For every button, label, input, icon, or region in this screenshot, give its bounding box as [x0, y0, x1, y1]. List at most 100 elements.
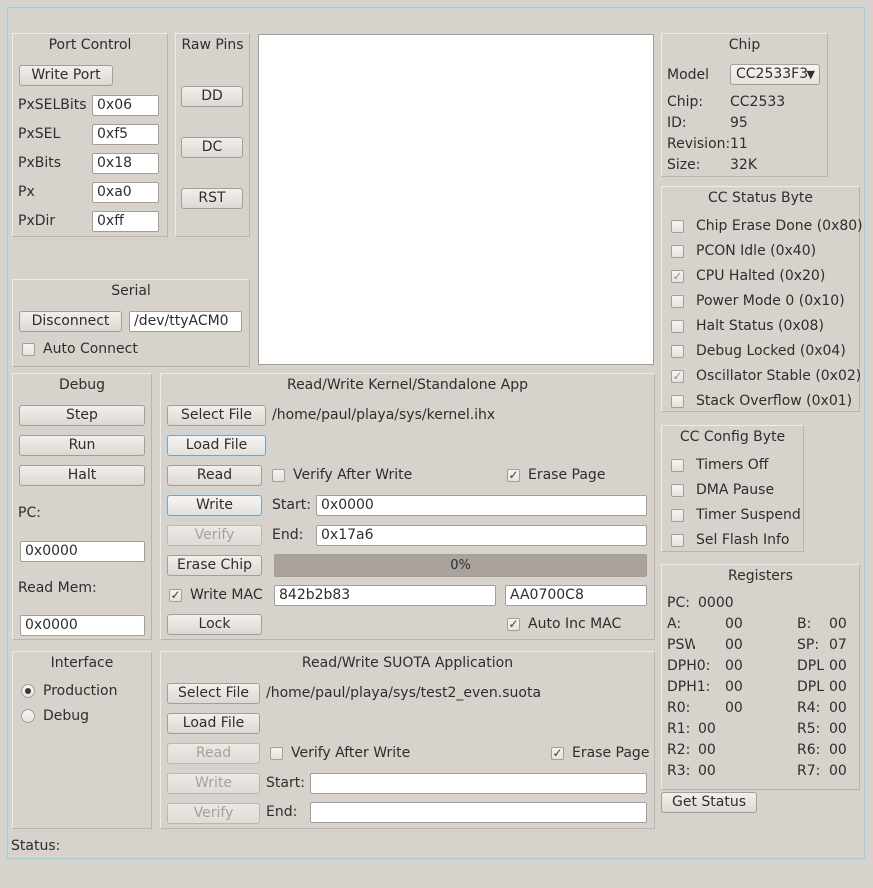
reg-dpl0-label: DPL	[797, 658, 825, 674]
suota-load-file-button[interactable]: Load File	[167, 713, 260, 734]
dd-button[interactable]: DD	[181, 86, 243, 107]
reg-r1-value: 00	[698, 721, 716, 737]
reg-psw-label: PSW	[667, 637, 695, 653]
lock-button[interactable]: Lock	[167, 614, 262, 635]
reg-dpl0-value: 00	[829, 658, 847, 674]
mac-input-2[interactable]: AA0700C8	[505, 585, 647, 606]
dma-pause-checkbox[interactable]	[671, 484, 684, 497]
get-status-button[interactable]: Get Status	[661, 792, 757, 813]
reg-a-value: 00	[725, 616, 743, 632]
auto-inc-mac-checkbox[interactable]: ✓	[507, 618, 520, 631]
suota-erase-page-checkbox[interactable]: ✓	[551, 747, 564, 760]
debug-radio[interactable]	[21, 709, 35, 723]
auto-connect-label: Auto Connect	[43, 341, 138, 357]
pxselbits-input[interactable]: 0x06	[92, 95, 159, 116]
power-mode-checkbox[interactable]	[671, 295, 684, 308]
serial-title: Serial	[111, 283, 151, 299]
model-select[interactable]: CC2533F3 ▼	[730, 64, 820, 85]
suota-write-button[interactable]: Write	[167, 773, 260, 794]
revision-label: Revision:	[667, 136, 731, 152]
reg-dpl1-label: DPL	[797, 679, 825, 695]
pxdir-input[interactable]: 0xff	[92, 211, 159, 232]
suota-select-file-button[interactable]: Select File	[167, 683, 260, 704]
reg-dph0-label: DPH0:	[667, 658, 711, 674]
kernel-write-button[interactable]: Write	[167, 495, 262, 516]
read-mem-input[interactable]: 0x0000	[20, 615, 145, 636]
mac-input[interactable]: 842b2b83	[274, 585, 496, 606]
oscillator-stable-checkbox[interactable]: ✓	[671, 370, 684, 383]
debug-locked-label: Debug Locked (0x04)	[696, 343, 846, 359]
pcon-idle-checkbox[interactable]	[671, 245, 684, 258]
disconnect-button[interactable]: Disconnect	[19, 311, 122, 332]
kernel-select-file-button[interactable]: Select File	[167, 405, 266, 426]
reg-dph0-value: 00	[725, 658, 743, 674]
chip-erase-done-checkbox[interactable]	[671, 220, 684, 233]
suota-read-button[interactable]: Read	[167, 743, 260, 764]
halt-button[interactable]: Halt	[19, 465, 145, 486]
timer-suspend-checkbox[interactable]	[671, 509, 684, 522]
cc-status-title: CC Status Byte	[707, 190, 814, 206]
run-button[interactable]: Run	[19, 435, 145, 456]
timers-off-checkbox[interactable]	[671, 459, 684, 472]
pc-input[interactable]: 0x0000	[20, 541, 145, 562]
reg-r2-label: R2:	[667, 742, 691, 758]
sel-flash-info-label: Sel Flash Info	[696, 532, 790, 548]
kernel-progress-bar: 0%	[274, 554, 647, 577]
kernel-load-file-button[interactable]: Load File	[167, 435, 266, 456]
id-label: ID:	[667, 115, 687, 131]
kernel-read-button[interactable]: Read	[167, 465, 262, 486]
reg-r4-label: R4:	[797, 700, 821, 716]
kernel-file-path: /home/paul/playa/sys/kernel.ihx	[272, 407, 496, 423]
pxsel-label: PxSEL	[18, 126, 61, 142]
suota-verify-after-write-label: Verify After Write	[291, 745, 411, 761]
timer-suspend-label: Timer Suspend	[696, 507, 801, 523]
reg-r7-value: 00	[829, 763, 847, 779]
power-mode-label: Power Mode 0 (0x10)	[696, 293, 845, 309]
kernel-title: Read/Write Kernel/Standalone App	[286, 377, 529, 393]
suota-start-input[interactable]	[310, 773, 647, 794]
reg-dph1-value: 00	[725, 679, 743, 695]
serial-device-input[interactable]: /dev/ttyACM0	[129, 311, 242, 332]
kernel-start-input[interactable]: 0x0000	[316, 495, 647, 516]
reg-r0-value: 00	[725, 700, 743, 716]
production-radio[interactable]	[21, 684, 35, 698]
pxselbits-label: PxSELBits	[18, 97, 87, 113]
step-button[interactable]: Step	[19, 405, 145, 426]
erase-chip-button[interactable]: Erase Chip	[167, 555, 262, 576]
suota-end-input[interactable]	[310, 802, 647, 823]
kernel-verify-button[interactable]: Verify	[167, 525, 262, 546]
px-input[interactable]: 0xa0	[92, 182, 159, 203]
suota-verify-after-write-checkbox[interactable]	[270, 747, 283, 760]
raw-pins-title: Raw Pins	[181, 37, 244, 53]
dma-pause-label: DMA Pause	[696, 482, 775, 498]
kernel-verify-after-write-checkbox[interactable]	[272, 469, 285, 482]
auto-connect-checkbox[interactable]	[22, 343, 35, 356]
reg-r5-label: R5:	[797, 721, 821, 737]
stack-overflow-checkbox[interactable]	[671, 395, 684, 408]
cpu-halted-checkbox[interactable]: ✓	[671, 270, 684, 283]
debug-locked-checkbox[interactable]	[671, 345, 684, 358]
sel-flash-info-checkbox[interactable]	[671, 534, 684, 547]
output-text-view[interactable]	[258, 34, 654, 365]
suota-end-label: End:	[266, 804, 298, 820]
reg-r0-label: R0:	[667, 700, 691, 716]
reg-psw-value: 00	[725, 637, 743, 653]
reg-r6-label: R6:	[797, 742, 821, 758]
write-port-button[interactable]: Write Port	[19, 65, 113, 86]
kernel-erase-page-checkbox[interactable]: ✓	[507, 469, 520, 482]
write-mac-checkbox[interactable]: ✓	[169, 589, 182, 602]
auto-inc-mac-label: Auto Inc MAC	[528, 616, 622, 632]
pxbits-input[interactable]: 0x18	[92, 153, 159, 174]
chip-label: Chip:	[667, 94, 704, 110]
halt-status-label: Halt Status (0x08)	[696, 318, 824, 334]
size-label: Size:	[667, 157, 701, 173]
reg-pc-value: 0000	[698, 595, 734, 611]
port-control-title: Port Control	[48, 37, 132, 53]
size-value: 32K	[730, 157, 757, 173]
dc-button[interactable]: DC	[181, 137, 243, 158]
suota-verify-button[interactable]: Verify	[167, 803, 260, 824]
kernel-end-input[interactable]: 0x17a6	[316, 525, 647, 546]
rst-button[interactable]: RST	[181, 188, 243, 209]
halt-status-checkbox[interactable]	[671, 320, 684, 333]
pxsel-input[interactable]: 0xf5	[92, 124, 159, 145]
